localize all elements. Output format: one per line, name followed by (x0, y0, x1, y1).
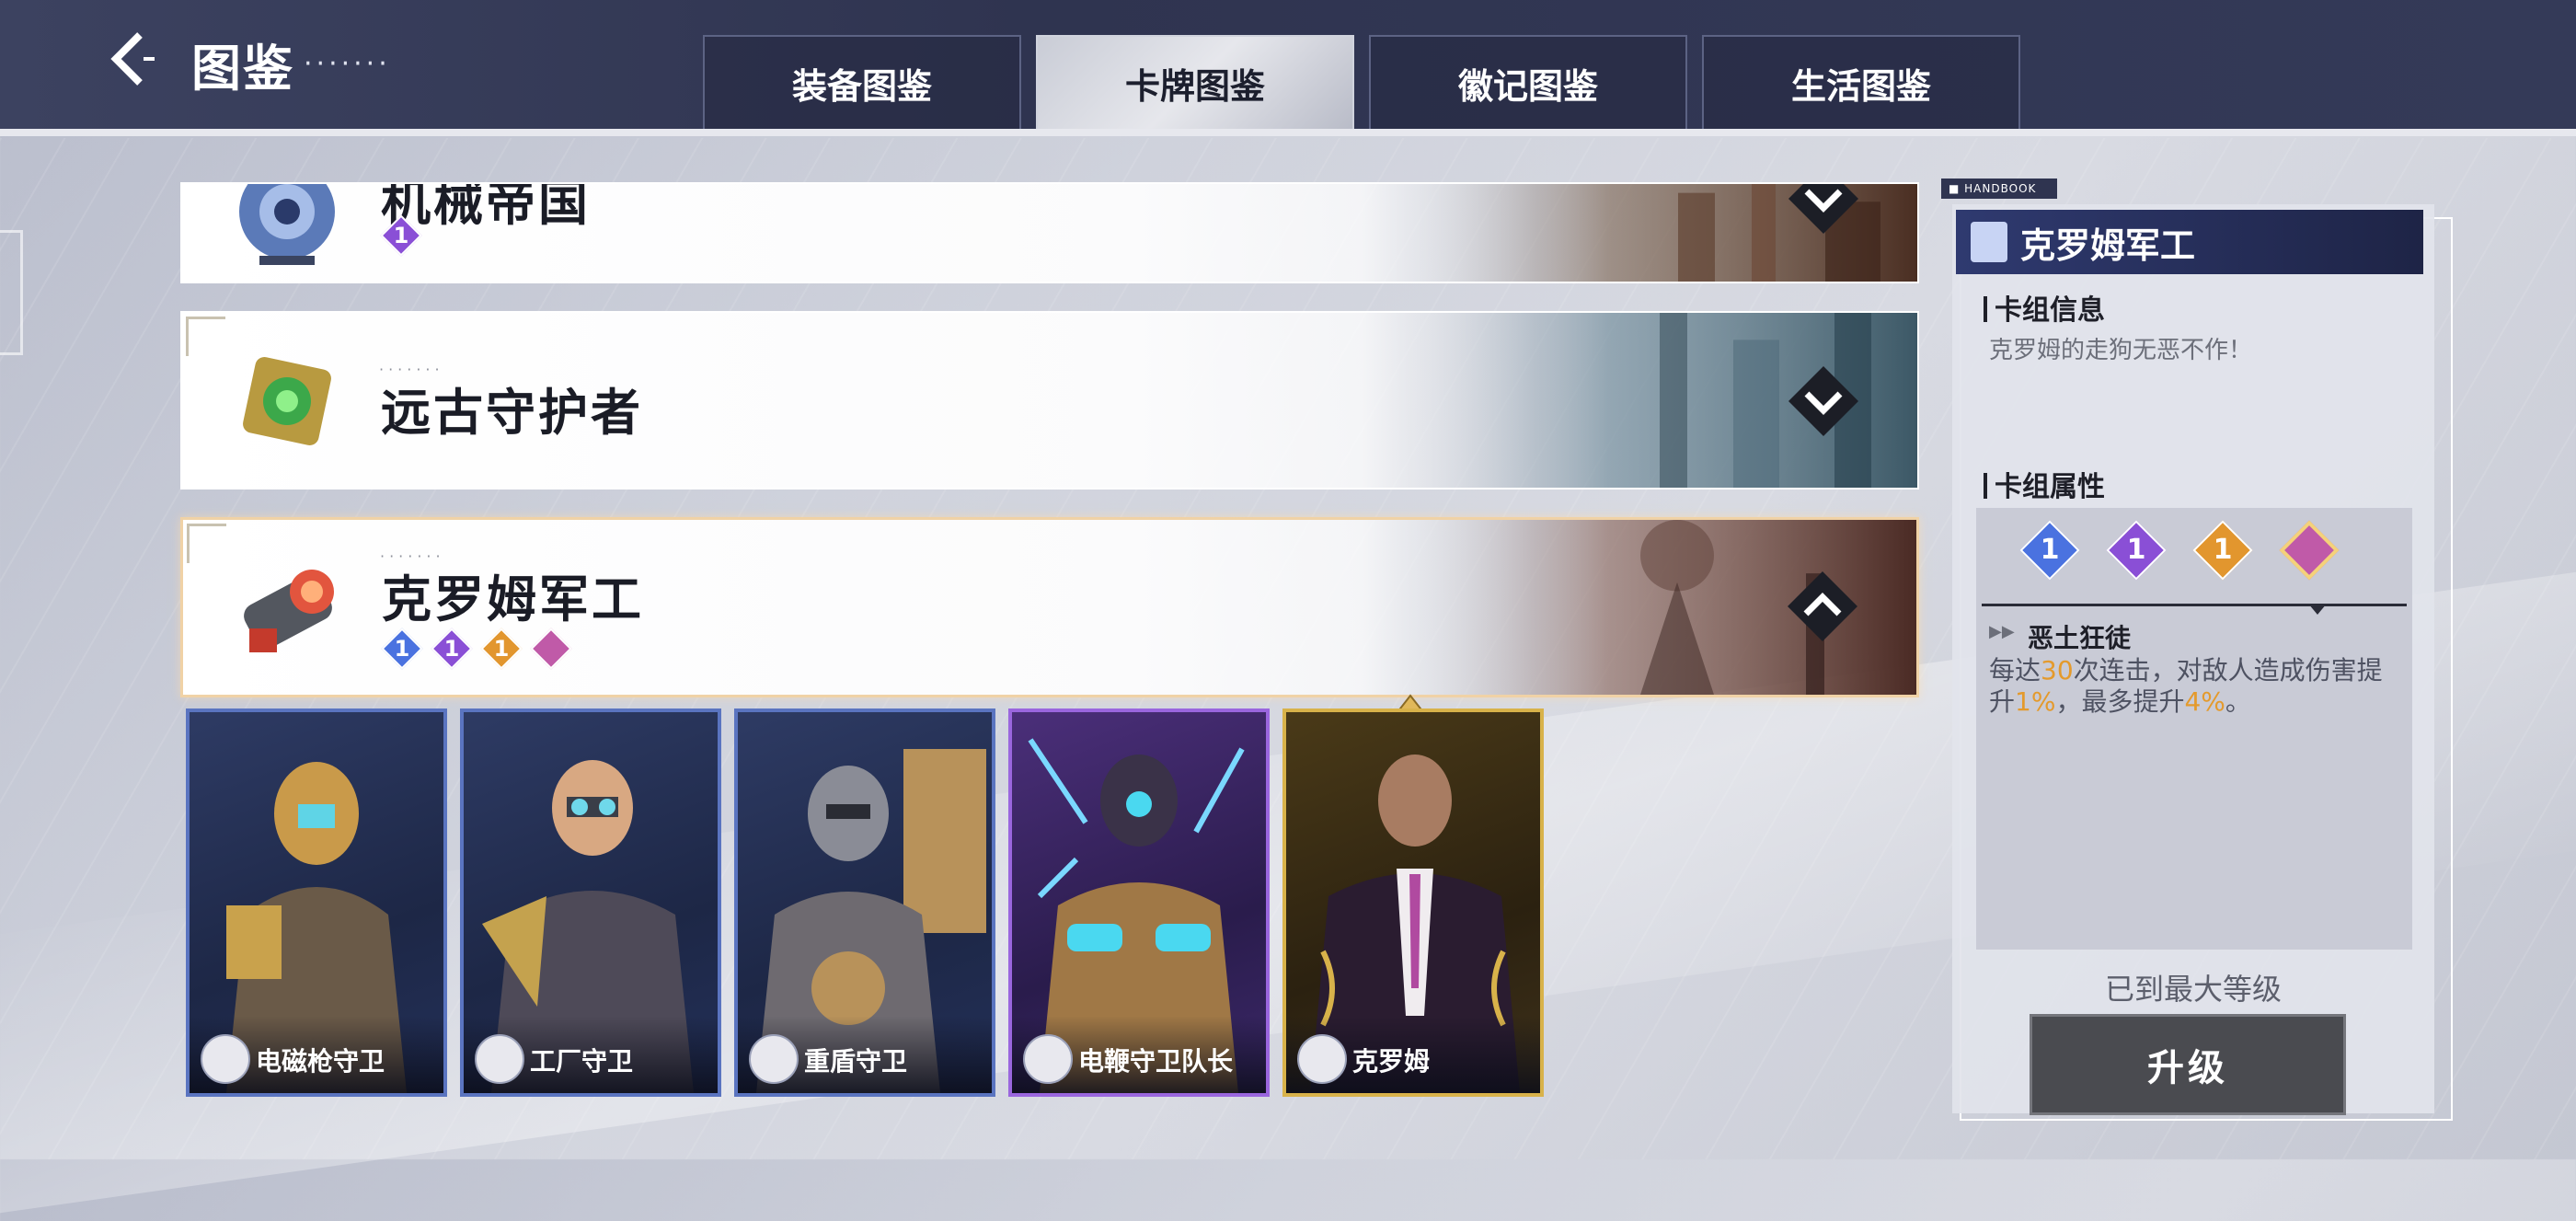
deck-row-mechanical-empire[interactable]: 机械帝国 1 (180, 182, 1919, 283)
fist-icon (1297, 1034, 1347, 1084)
deck-icon-cannon (244, 570, 334, 652)
card-name: 电鞭守卫队长 (1078, 1046, 1234, 1077)
max-level-text: 已到最大等级 (2104, 972, 2282, 1007)
card-name: 重盾守卫 (804, 1046, 908, 1077)
card-name: 电磁枪守卫 (256, 1046, 385, 1077)
chevron-down-icon[interactable] (1785, 182, 1862, 237)
card-whip-guard-captain[interactable]: 电鞭守卫队长 (1008, 708, 1270, 1097)
chevron-down-icon[interactable] (1785, 363, 1862, 440)
deck-badges: 1 1 1 (381, 628, 572, 670)
attribute-gem-purple[interactable]: 1 (2106, 520, 2167, 581)
effect-name: 恶土狂徒 (2028, 623, 2132, 653)
left-edge-decoration (0, 230, 23, 355)
tab-emblems[interactable]: 徽记图鉴 (1369, 35, 1687, 131)
section-deck-attributes-heading: 卡组属性 (1984, 464, 2105, 504)
level-gem-blue: 1 (381, 628, 423, 670)
deck-description: 克罗姆的走狗无恶不作！ (1989, 337, 2253, 364)
card-railgun-guard[interactable]: 电磁枪守卫 (186, 708, 447, 1097)
card-name: 工厂守卫 (530, 1046, 634, 1077)
level-gem-purple: 1 (380, 214, 422, 257)
level-gem-orange: 1 (480, 628, 523, 670)
deck-row-ancient-guardian[interactable]: ······· 远古守护者 (180, 311, 1919, 490)
attribute-gem-orange[interactable]: 1 (2192, 520, 2253, 581)
effect-description: 每达30次连击，对敌人造成伤害提升1%，最多提升4%。 (1989, 655, 2383, 717)
fist-icon (201, 1034, 250, 1084)
tab-life[interactable]: 生活图鉴 (1702, 35, 2020, 131)
chevron-up-icon[interactable] (1784, 568, 1861, 645)
level-gem-purple: 1 (431, 628, 473, 670)
handbook-tag: ■ HANDBOOK (1941, 179, 2057, 199)
deck-name: 克罗姆军工 (382, 570, 644, 628)
back-icon[interactable] (103, 28, 167, 92)
deck-icon-relic (243, 357, 331, 445)
fist-icon (1023, 1034, 1073, 1084)
card-heavy-shield-guard[interactable]: 重盾守卫 (734, 708, 995, 1097)
selected-pointer (2308, 604, 2327, 615)
attribute-gem-blue[interactable]: 1 (2019, 520, 2080, 581)
title-decoration-dots: ······· (304, 48, 391, 80)
fist-icon (749, 1034, 799, 1084)
page-title: 图鉴 (191, 40, 294, 98)
tab-bar: 装备图鉴 卡牌图鉴 徽记图鉴 生活图鉴 (703, 35, 2020, 131)
panel-deck-name: 克罗姆军工 (2020, 224, 2196, 266)
tab-cards[interactable]: 卡牌图鉴 (1036, 35, 1354, 131)
tab-equipment[interactable]: 装备图鉴 (703, 35, 1021, 131)
card-chrome[interactable]: 克罗姆 (1282, 708, 1544, 1097)
deck-row-chrome-military[interactable]: ······· 克罗姆军工 1 1 1 (180, 517, 1919, 697)
deck-badges: 1 (380, 214, 422, 257)
fist-icon (475, 1034, 524, 1084)
card-deck-icon (1971, 222, 2007, 262)
attribute-gem-card-selected[interactable] (2279, 520, 2340, 581)
row-corner-decoration (187, 524, 226, 563)
card-factory-guard[interactable]: 工厂守卫 (460, 708, 721, 1097)
panel-header: 克罗姆军工 (1956, 210, 2423, 274)
deck-icon-robot (239, 184, 335, 265)
section-deck-info-heading: 卡组信息 (1984, 287, 2105, 328)
card-name: 克罗姆 (1352, 1046, 1431, 1077)
level-gem-card-icon (530, 628, 572, 670)
card-list: 电磁枪守卫 工厂守卫 重盾守卫 电鞭守卫队长 克罗姆 (186, 708, 1544, 1097)
play-arrows-icon: ▶▶ (1989, 622, 2015, 641)
row-corner-decoration (186, 317, 225, 356)
upgrade-button[interactable]: 升级 (2030, 1014, 2346, 1115)
attribute-divider (1982, 604, 2407, 606)
deck-name: 远古守护者 (381, 383, 643, 442)
attribute-gems: 1 1 1 (2019, 520, 2340, 581)
top-bar: 图鉴 ······· 装备图鉴 卡牌图鉴 徽记图鉴 生活图鉴 (0, 0, 2576, 136)
